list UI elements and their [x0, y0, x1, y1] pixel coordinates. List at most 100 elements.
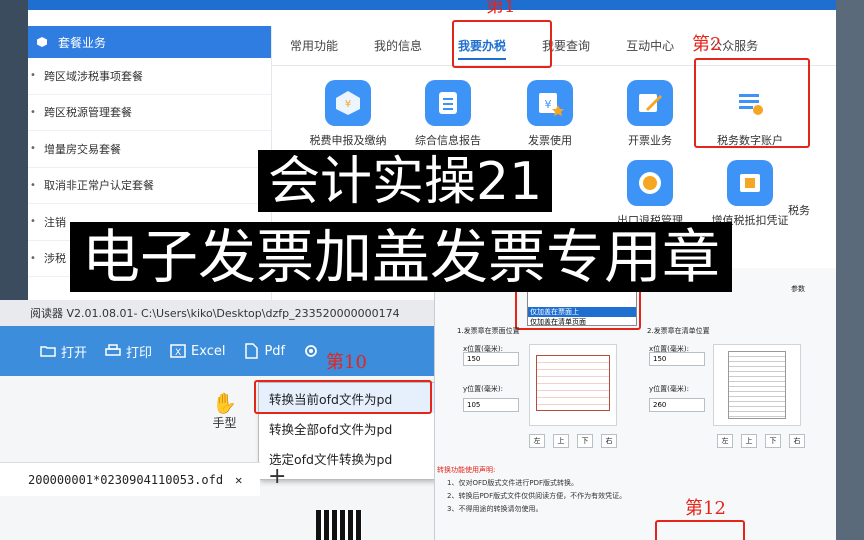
func-tax-declaration[interactable]: ¥ 税费申报及缴纳 — [298, 80, 398, 148]
screenshot-root: 套餐业务 • 跨区域涉税事项套餐 • 跨区税源管理套餐 • 增量房交易套餐 • 取消非正… — [0, 0, 864, 540]
step1-label: 第1 — [486, 0, 516, 17]
excel-button[interactable]: X Excel — [170, 343, 225, 359]
side-item-label: 增量房交易套餐 — [44, 142, 121, 156]
side-item[interactable]: • 跨区税源管理套餐 — [28, 95, 271, 131]
highlight-box-step1 — [452, 20, 552, 68]
stamp-settings-dialog: 参数 仅加盖在票面上 仅加盖在清单页面 1.发票章在票面位置 2.发票章在清单位… — [434, 268, 836, 540]
func-export-refund[interactable]: 出口退税管理 — [600, 160, 700, 228]
func-label: 税费申报及缴纳 — [309, 134, 387, 147]
tab-my-info[interactable]: 我的信息 — [356, 26, 440, 66]
pdf-label: Pdf — [264, 343, 286, 359]
left-button[interactable]: 左 — [529, 434, 545, 448]
list-preview — [713, 344, 801, 426]
params-label: 参数 — [791, 285, 805, 293]
pen-icon — [627, 80, 673, 126]
print-button[interactable]: 打印 — [105, 342, 152, 361]
side-header-label: 套餐业务 — [58, 35, 107, 50]
notes-heading: 转换功能使用声明: — [437, 466, 496, 474]
up-button[interactable]: 上 — [741, 434, 757, 448]
section-face: 1.发票章在票面位置 — [457, 327, 520, 335]
down-button[interactable]: 下 — [577, 434, 593, 448]
file-tab[interactable]: 200000001*0230904110053.ofd ✕ — [0, 462, 260, 496]
func-invoicing[interactable]: 开票业务 — [600, 80, 700, 148]
down-button[interactable]: 下 — [765, 434, 781, 448]
bullet-icon: • — [30, 179, 36, 191]
vat-ticket-icon — [727, 160, 773, 206]
hand-tool[interactable]: ✋ 手型 — [212, 392, 237, 431]
svg-text:¥: ¥ — [545, 98, 552, 111]
overlay-title-line1: 会计实操21 — [258, 150, 553, 212]
y-label-2: y位置(毫米): — [649, 385, 689, 393]
left-button[interactable]: 左 — [717, 434, 733, 448]
step2-label: 第2 — [692, 34, 722, 55]
section-list: 2.发票章在清单位置 — [647, 327, 710, 335]
y-input-2[interactable]: 260 — [649, 398, 705, 412]
step12-label: 第12 — [685, 498, 726, 519]
gear-icon — [305, 345, 318, 357]
list-thumbnail — [728, 351, 786, 419]
side-header[interactable]: 套餐业务 — [28, 26, 271, 58]
open-button[interactable]: 打开 — [40, 342, 87, 361]
y-label-1: y位置(毫米): — [463, 385, 503, 393]
side-item[interactable]: • 取消非正常户认定套餐 — [28, 168, 271, 204]
x-input-1[interactable]: 150 — [463, 352, 519, 366]
ofd-reader-window: 阅读器 V2.01.08.01- C:\Users\kiko\Desktop\d… — [0, 300, 434, 540]
cube-icon — [37, 37, 47, 47]
note-line: 2、转换后PDF版式文件仅供阅读方便，不作为有效凭证。 — [447, 492, 627, 500]
hand-icon: ✋ — [212, 391, 237, 415]
document-icon — [425, 80, 471, 126]
printer-icon — [105, 344, 121, 356]
x-input-2[interactable]: 150 — [649, 352, 705, 366]
func-label: 综合信息报告 — [415, 134, 481, 147]
excel-label: Excel — [191, 343, 226, 359]
new-tab-plus-icon[interactable]: + — [268, 464, 286, 489]
side-item-label: 取消非正常户认定套餐 — [44, 179, 154, 193]
right-button[interactable]: 右 — [789, 434, 805, 448]
side-item[interactable]: • 增量房交易套餐 — [28, 131, 271, 168]
func-label: 开票业务 — [628, 134, 672, 147]
highlight-box-step10 — [254, 380, 432, 414]
open-label: 打开 — [61, 345, 88, 361]
usage-notes: 转换功能使用声明: 1、仅对OFD版式文件进行PDF版式转换。 2、转换后PDF… — [437, 464, 626, 516]
side-item-label: 涉税 — [44, 252, 66, 266]
tab-interaction[interactable]: 互动中心 — [608, 26, 692, 66]
portal-topbar — [28, 0, 836, 10]
func-invoice-use[interactable]: ¥ 发票使用 — [500, 80, 600, 148]
bullet-icon: • — [30, 252, 36, 264]
y-input-1[interactable]: 105 — [463, 398, 519, 412]
note-line: 1、仅对OFD版式文件进行PDF版式转换。 — [447, 479, 579, 487]
func-label: 税务 — [788, 204, 810, 217]
close-icon[interactable]: ✕ — [235, 473, 242, 487]
tab-common[interactable]: 常用功能 — [272, 26, 356, 66]
folder-icon — [40, 346, 56, 357]
right-button[interactable]: 右 — [601, 434, 617, 448]
func-info-report[interactable]: 综合信息报告 — [398, 80, 498, 148]
highlight-box-step12 — [655, 520, 745, 540]
side-item-label: 跨区域涉税事项套餐 — [44, 69, 143, 83]
globe-icon — [627, 160, 673, 206]
bullet-icon: • — [30, 143, 36, 155]
side-item[interactable]: • 跨区域涉税事项套餐 — [28, 58, 271, 95]
highlight-box-step2 — [694, 58, 810, 148]
up-button[interactable]: 上 — [553, 434, 569, 448]
func-tax-more[interactable]: 税务 — [788, 202, 836, 218]
settings-button[interactable] — [303, 343, 319, 359]
func-vat-deduction[interactable]: 增值税抵扣凭证 — [700, 160, 800, 228]
invoice-icon: ¥ — [527, 80, 573, 126]
side-item-label: 跨区税源管理套餐 — [44, 106, 132, 120]
reader-title: 阅读器 V2.01.08.01- C:\Users\kiko\Desktop\d… — [0, 300, 434, 326]
func-label: 发票使用 — [528, 134, 572, 147]
menu-convert-all[interactable]: 转换全部ofd文件为pd — [259, 413, 434, 443]
step10-label: 第10 — [326, 352, 367, 373]
pdf-button[interactable]: Pdf — [243, 343, 285, 359]
declaration-icon: ¥ — [325, 80, 371, 126]
svg-text:X: X — [175, 348, 181, 358]
invoice-preview — [529, 344, 617, 426]
invoice-thumbnail — [536, 355, 610, 411]
qr-code-icon — [316, 510, 362, 540]
file-tab-label: 200000001*0230904110053.ofd — [28, 472, 224, 487]
pdf-icon — [245, 343, 259, 359]
overlay-title-line2: 电子发票加盖发票专用章 — [70, 222, 733, 292]
reader-toolbar: 打开 打印 X Excel Pdf — [0, 326, 434, 376]
bullet-icon: • — [30, 106, 36, 118]
